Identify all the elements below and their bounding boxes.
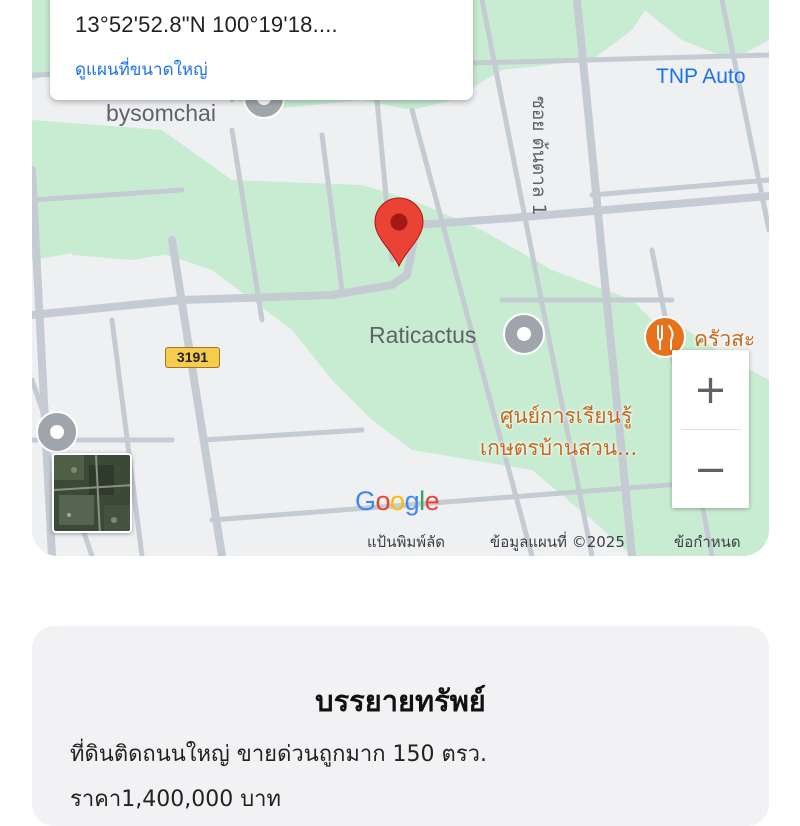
poi-marker-left — [36, 411, 78, 453]
terms-link[interactable]: ข้อกำหนด — [674, 530, 741, 554]
description-title: บรรยายทรัพย์ — [315, 684, 486, 718]
poi-label-bysomchai[interactable]: bysomchai — [106, 100, 216, 127]
description-line-1: ที่ดินติดถนนใหญ่ ขายด่วนถูกมาก 150 ตรว. — [70, 742, 487, 767]
zoom-in-button[interactable]: + — [672, 350, 749, 429]
poi-label-krua[interactable]: ครัวสะ — [694, 325, 755, 353]
poi-label-learning-center-2[interactable]: เกษตรบ้านสวน... — [480, 434, 637, 462]
keyboard-shortcuts-link[interactable]: แป้นพิมพ์ลัด — [367, 530, 445, 554]
zoom-out-button[interactable]: − — [672, 430, 749, 509]
coordinates-card: 13°52'52.8"N 100°19'18.... ดูแผนที่ขนาดใ… — [50, 0, 473, 100]
satellite-thumbnail-icon — [54, 455, 130, 531]
map-view[interactable]: bysomchai Raticactus TNP Auto ครัวสะ ศูน… — [32, 0, 769, 556]
coordinates-text: 13°52'52.8"N 100°19'18.... — [75, 12, 338, 37]
street-label: ซอย ต้นตาล 1 — [528, 96, 550, 216]
zoom-controls: + − — [672, 350, 749, 508]
property-description-card: บรรยายทรัพย์ ที่ดินติดถนนใหญ่ ขายด่วนถูก… — [32, 626, 769, 826]
road-shield-3191: 3191 — [165, 347, 220, 368]
view-larger-map-link[interactable]: ดูแผนที่ขนาดใหญ่ — [75, 56, 473, 83]
poi-label-learning-center-1[interactable]: ศูนย์การเรียนรู้ — [500, 402, 632, 430]
description-line-2: ราคา1,400,000 บาท — [70, 787, 282, 812]
poi-marker-raticactus — [503, 313, 545, 355]
poi-label-tnp-auto[interactable]: TNP Auto — [656, 65, 746, 89]
satellite-toggle-button[interactable] — [52, 453, 132, 533]
poi-label-raticactus[interactable]: Raticactus — [369, 322, 476, 349]
map-data-attribution[interactable]: ข้อมูลแผนที่ ©2025 — [490, 530, 625, 554]
google-logo: Google — [355, 486, 440, 516]
